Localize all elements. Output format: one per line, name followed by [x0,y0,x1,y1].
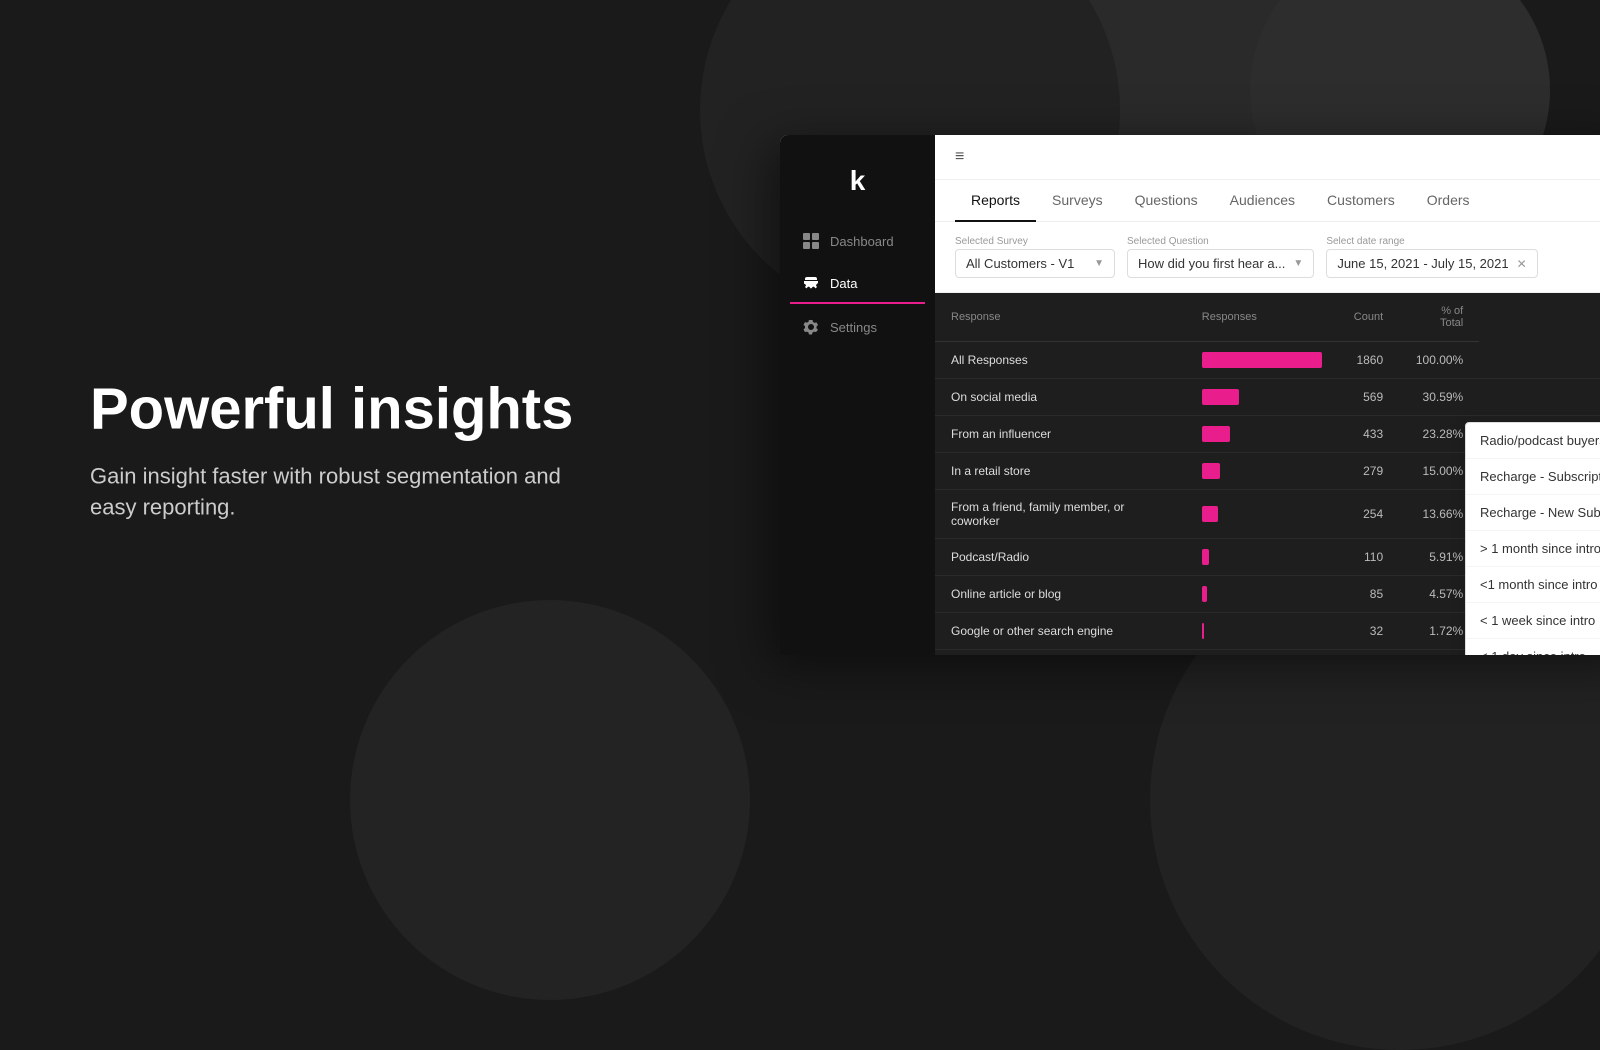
cell-bar [1186,379,1338,416]
survey-filter: Selected Survey All Customers - V1 ▼ [955,236,1115,278]
sidebar: k Dashboard [780,135,935,655]
cell-count: 254 [1338,490,1399,539]
date-value: June 15, 2021 - July 15, 2021 [1337,256,1508,271]
dropdown-item[interactable]: > 1 month since intro [1466,531,1600,567]
cell-bar [1186,453,1338,490]
table-header-row: Response Responses Count % of Total [935,293,1600,342]
tab-questions[interactable]: Questions [1119,180,1214,222]
grid-icon [802,232,820,250]
cell-count: 433 [1338,416,1399,453]
tab-audiences[interactable]: Audiences [1214,180,1311,222]
col-header-pct: % of Total [1399,293,1479,342]
cell-count: 32 [1338,613,1399,650]
cell-count: 569 [1338,379,1399,416]
sidebar-label-data: Data [830,276,857,291]
filters-bar: Selected Survey All Customers - V1 ▼ Sel… [935,222,1600,293]
cell-response: All Responses [935,342,1186,379]
cell-count: 110 [1338,539,1399,576]
nav-tabs: Reports Surveys Questions Audiences Cust… [935,180,1600,222]
hamburger-icon[interactable]: ≡ [955,148,964,166]
chevron-down-icon: ▼ [1094,258,1104,269]
sidebar-item-settings[interactable]: Settings [790,308,925,346]
cell-bar [1186,342,1338,379]
close-icon[interactable]: ✕ [1517,257,1527,271]
dropdown-item[interactable]: Recharge - New Subscription [1466,495,1600,531]
cell-bar [1186,490,1338,539]
sidebar-label-settings: Settings [830,320,877,335]
dropdown-overlay: Radio/podcast buyersRecharge - Subscript… [1465,422,1600,655]
cell-response: From an influencer [935,416,1186,453]
cell-bar [1186,650,1338,656]
sidebar-label-dashboard: Dashboard [830,234,894,249]
bg-decoration-5 [350,600,750,1000]
question-dropdown[interactable]: How did you first hear a... ▼ [1127,249,1314,278]
col-header-count: Count [1338,293,1399,342]
app-window: k Dashboard [780,135,1600,655]
table-row: All Responses 1860 100.00% [935,342,1600,379]
table-row: On social media 569 30.59% [935,379,1600,416]
date-dropdown[interactable]: June 15, 2021 - July 15, 2021 ✕ [1326,249,1537,278]
cell-bar [1186,576,1338,613]
cell-response: On social media [935,379,1186,416]
topbar: ≡ [935,135,1600,180]
cell-pct: 100.00% [1399,342,1479,379]
hero-heading: Powerful insights [90,377,590,441]
cell-count: 279 [1338,453,1399,490]
question-value: How did you first hear a... [1138,256,1285,271]
cell-pct: 30.59% [1399,379,1479,416]
dropdown-item[interactable]: Recharge - Subscription Recur... [1466,459,1600,495]
cell-response: Google or other search engine [935,613,1186,650]
main-content: ≡ Reports Surveys Questions Audiences Cu… [935,135,1600,655]
tab-customers[interactable]: Customers [1311,180,1411,222]
sidebar-item-dashboard[interactable]: Dashboard [790,222,925,260]
survey-filter-label: Selected Survey [955,236,1115,247]
survey-dropdown[interactable]: All Customers - V1 ▼ [955,249,1115,278]
cell-bar [1186,416,1338,453]
settings-icon [802,318,820,336]
dropdown-item[interactable]: <1 month since intro [1466,567,1600,603]
dropdown-item[interactable]: < 1 day since intro [1466,639,1600,655]
cell-response: In a retail store [935,453,1186,490]
data-icon [802,274,820,292]
cell-response: Podcast/Radio [935,539,1186,576]
col-header-responses: Responses [1186,293,1338,342]
dropdown-item[interactable]: Radio/podcast buyers [1466,423,1600,459]
date-filter-label: Select date range [1326,236,1537,247]
sidebar-item-data[interactable]: Data [790,264,925,304]
sidebar-nav: Dashboard Data Settings [780,222,935,346]
tab-surveys[interactable]: Surveys [1036,180,1119,222]
question-filter-label: Selected Question [1127,236,1314,247]
cell-bar [1186,539,1338,576]
logo-text: k [850,165,866,197]
chevron-down-icon-2: ▼ [1293,258,1303,269]
hero-subheading: Gain insight faster with robust segmenta… [90,461,590,523]
question-filter: Selected Question How did you first hear… [1127,236,1314,278]
cell-bar [1186,613,1338,650]
cell-response: Imperfect Foods [935,650,1186,656]
col-header-response: Response [935,293,1186,342]
tab-orders[interactable]: Orders [1411,180,1486,222]
tab-reports[interactable]: Reports [955,180,1036,222]
sidebar-logo: k [780,155,935,222]
cell-response: Online article or blog [935,576,1186,613]
survey-value: All Customers - V1 [966,256,1074,271]
cell-count: 1860 [1338,342,1399,379]
hero-section: Powerful insights Gain insight faster wi… [90,377,590,522]
cell-count: 7 [1338,650,1399,656]
cell-count: 85 [1338,576,1399,613]
cell-response: From a friend, family member, or coworke… [935,490,1186,539]
dropdown-item[interactable]: < 1 week since intro [1466,603,1600,639]
date-filter: Select date range June 15, 2021 - July 1… [1326,236,1537,278]
